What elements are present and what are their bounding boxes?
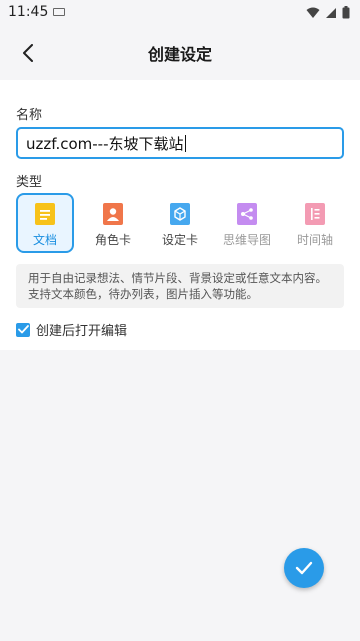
status-bar: 11:45 xyxy=(0,0,360,26)
type-selector: 文档 角色卡 设定卡 思维导图 时间轴 xyxy=(16,193,344,253)
name-input[interactable]: uzzf.com---东坡下载站 xyxy=(16,127,344,159)
text-caret xyxy=(184,134,186,152)
status-icons xyxy=(306,6,350,19)
name-label: 名称 xyxy=(16,108,43,123)
document-icon xyxy=(35,203,55,225)
keyboard-icon xyxy=(53,8,65,16)
type-option-timeline[interactable]: 时间轴 xyxy=(286,193,344,253)
app-bar: 创建设定 xyxy=(0,26,360,80)
type-option-label: 思维导图 xyxy=(222,233,271,247)
type-option-character-card[interactable]: 角色卡 xyxy=(84,193,142,253)
page-title: 创建设定 xyxy=(147,45,212,64)
timeline-icon xyxy=(305,203,325,225)
type-label: 类型 xyxy=(16,175,43,190)
type-option-label: 文档 xyxy=(32,233,57,247)
open-after-create-checkbox[interactable]: 创建后打开编辑 xyxy=(16,320,127,339)
checkbox-checked-icon xyxy=(16,322,30,337)
status-time: 11:45 xyxy=(8,4,49,20)
setting-card-icon xyxy=(170,203,190,225)
type-description: 用于自由记录想法、情节片段、背景设定或任意文本内容。支持文本颜色，待办列表，图片… xyxy=(16,264,344,308)
type-option-label: 设定卡 xyxy=(161,233,198,247)
check-icon xyxy=(295,561,313,575)
type-option-document[interactable]: 文档 xyxy=(16,193,74,253)
type-option-label: 角色卡 xyxy=(94,233,131,247)
signal-icon xyxy=(326,7,336,18)
type-option-label: 时间轴 xyxy=(296,233,333,247)
character-card-icon xyxy=(103,203,123,225)
confirm-button[interactable] xyxy=(284,548,324,588)
name-input-value: uzzf.com---东坡下载站 xyxy=(26,134,184,153)
open-after-create-label: 创建后打开编辑 xyxy=(36,324,128,339)
type-option-mind-map[interactable]: 思维导图 xyxy=(218,193,276,253)
type-option-setting-card[interactable]: 设定卡 xyxy=(151,193,209,253)
wifi-icon xyxy=(306,7,320,18)
mind-map-icon xyxy=(237,203,257,225)
battery-icon xyxy=(342,6,350,19)
